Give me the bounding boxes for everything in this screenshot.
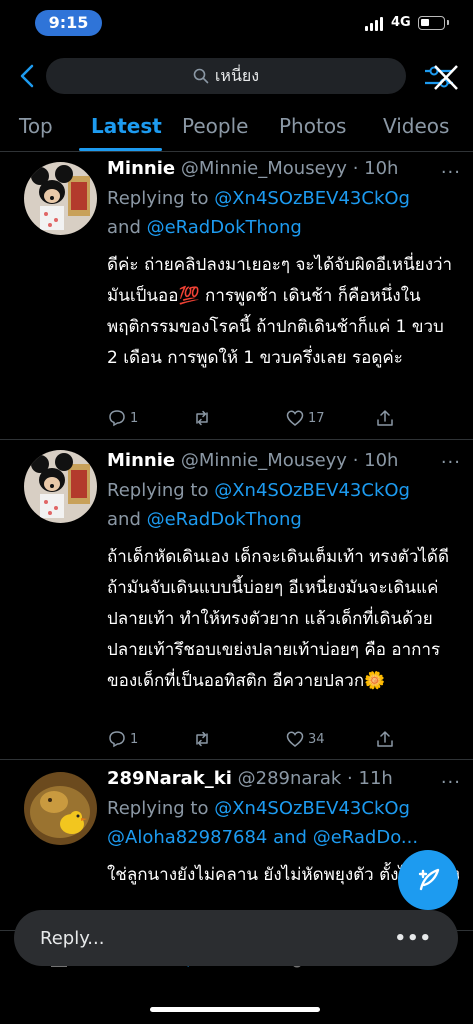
search-filter-icon[interactable] <box>423 62 461 92</box>
tweet-time: · 10h <box>352 158 399 179</box>
tweet-header: Minnie @Minnie_Mouseyy · 10h <box>107 158 459 184</box>
like-button[interactable]: 17 <box>285 408 325 428</box>
tab-active-indicator <box>79 148 162 151</box>
share-button[interactable] <box>375 729 395 749</box>
replying-to: Replying to @Xn4SOzBEV43CkOg and @eRadDo… <box>107 476 459 534</box>
search-tabs: Top Latest People Photos Videos <box>0 104 473 152</box>
tweet-actions: 1 17 <box>107 408 397 430</box>
tweet-time: · 11h <box>347 768 393 789</box>
replying-to: Replying to @Xn4SOzBEV43CkOg @Aloha82987… <box>107 794 459 852</box>
compose-button[interactable] <box>398 850 458 910</box>
retweet-icon <box>196 410 208 426</box>
replying-to-label: Replying to <box>107 480 215 501</box>
status-bar: 9:15 4G <box>0 0 473 48</box>
tweet-text: ถ้าเด็กหัดเดินเอง เด็กจะเดินเต็มเท้า ทรง… <box>107 547 450 691</box>
tweet-more-icon[interactable]: ··· <box>441 452 461 473</box>
retweet-button[interactable] <box>192 408 215 428</box>
reply-icon <box>109 731 125 748</box>
reply-count: 1 <box>130 731 139 747</box>
tab-photos[interactable]: Photos <box>279 114 346 138</box>
reply-more-icon[interactable]: ••• <box>394 928 432 949</box>
tweet-actions: 1 34 <box>107 729 397 751</box>
reply-icon <box>109 410 125 427</box>
tweet-author-handle: @289narak <box>237 768 342 789</box>
tweet-header: 289Narak_ki @289narak · 11h <box>107 768 459 794</box>
replying-to-label: Replying to <box>107 798 215 819</box>
tweet-text: ดีค่ะ ถ่ายคลิปลงมาเยอะๆ จะได้จับผิดอีเหน… <box>107 255 453 368</box>
share-icon <box>377 410 393 426</box>
share-icon <box>377 731 393 747</box>
tab-people[interactable]: People <box>182 114 248 138</box>
battery-icon <box>418 16 449 30</box>
tweet-author-name[interactable]: Minnie <box>107 158 175 179</box>
home-indicator <box>150 1007 320 1012</box>
replying-to: Replying to @Xn4SOzBEV43CkOg and @eRadDo… <box>107 184 459 242</box>
status-time: 9:15 <box>35 10 102 36</box>
replying-and: and <box>107 217 147 238</box>
replying-to-label: Replying to <box>107 188 215 209</box>
back-icon[interactable] <box>16 62 40 90</box>
search-icon <box>193 68 209 84</box>
tweet-author-name[interactable]: 289Narak_ki <box>107 768 232 789</box>
tab-latest[interactable]: Latest <box>91 114 162 138</box>
tweet[interactable]: Minnie @Minnie_Mouseyy · 10h Replying to… <box>0 440 473 760</box>
mention-link[interactable]: @Xn4SOzBEV43CkOg <box>214 798 410 819</box>
tab-top[interactable]: Top <box>19 114 53 138</box>
tweet-author-name[interactable]: Minnie <box>107 450 175 471</box>
tweet[interactable]: Minnie @Minnie_Mouseyy · 10h Replying to… <box>0 152 473 440</box>
compose-feather-icon <box>418 868 440 891</box>
reply-button[interactable]: 1 <box>107 408 138 428</box>
tweet-more-icon[interactable]: ··· <box>441 162 461 183</box>
signal-icon <box>365 17 385 31</box>
like-button[interactable]: 34 <box>285 729 325 749</box>
heart-icon <box>286 410 304 426</box>
tweet-author-handle: @Minnie_Mouseyy <box>180 450 347 471</box>
like-count: 34 <box>308 731 325 747</box>
reply-bar[interactable]: Reply... ••• <box>14 910 458 966</box>
mention-link[interactable]: @Xn4SOzBEV43CkOg <box>214 480 410 501</box>
reply-placeholder[interactable]: Reply... <box>40 928 104 949</box>
heart-icon <box>286 731 304 747</box>
retweet-button[interactable] <box>192 729 215 749</box>
search-query: เหนี่ยง <box>214 65 260 85</box>
mention-link[interactable]: @Xn4SOzBEV43CkOg <box>214 188 410 209</box>
tweet[interactable]: 289Narak_ki @289narak · 11h Replying to … <box>0 760 473 930</box>
tweet-author-handle: @Minnie_Mouseyy <box>180 158 347 179</box>
avatar[interactable] <box>24 162 97 235</box>
tweet-more-icon[interactable]: ··· <box>441 772 461 793</box>
mention-link[interactable]: @eRadDokThong <box>147 217 302 238</box>
mention-link[interactable]: @Aloha82987684 and @eRadDo... <box>107 827 418 848</box>
tweet-header: Minnie @Minnie_Mouseyy · 10h <box>107 450 459 476</box>
search-input[interactable]: เหนี่ยง <box>46 58 406 94</box>
share-button[interactable] <box>375 408 395 428</box>
reply-count: 1 <box>130 410 139 426</box>
tweet-time: · 10h <box>352 450 399 471</box>
network-label: 4G <box>391 15 411 30</box>
avatar[interactable] <box>24 772 97 845</box>
replying-and: and <box>107 509 147 530</box>
reply-button[interactable]: 1 <box>107 729 138 749</box>
avatar[interactable] <box>24 450 97 523</box>
like-count: 17 <box>308 410 325 426</box>
retweet-icon <box>196 731 208 747</box>
mention-link[interactable]: @eRadDokThong <box>147 509 302 530</box>
tab-videos[interactable]: Videos <box>383 114 449 138</box>
